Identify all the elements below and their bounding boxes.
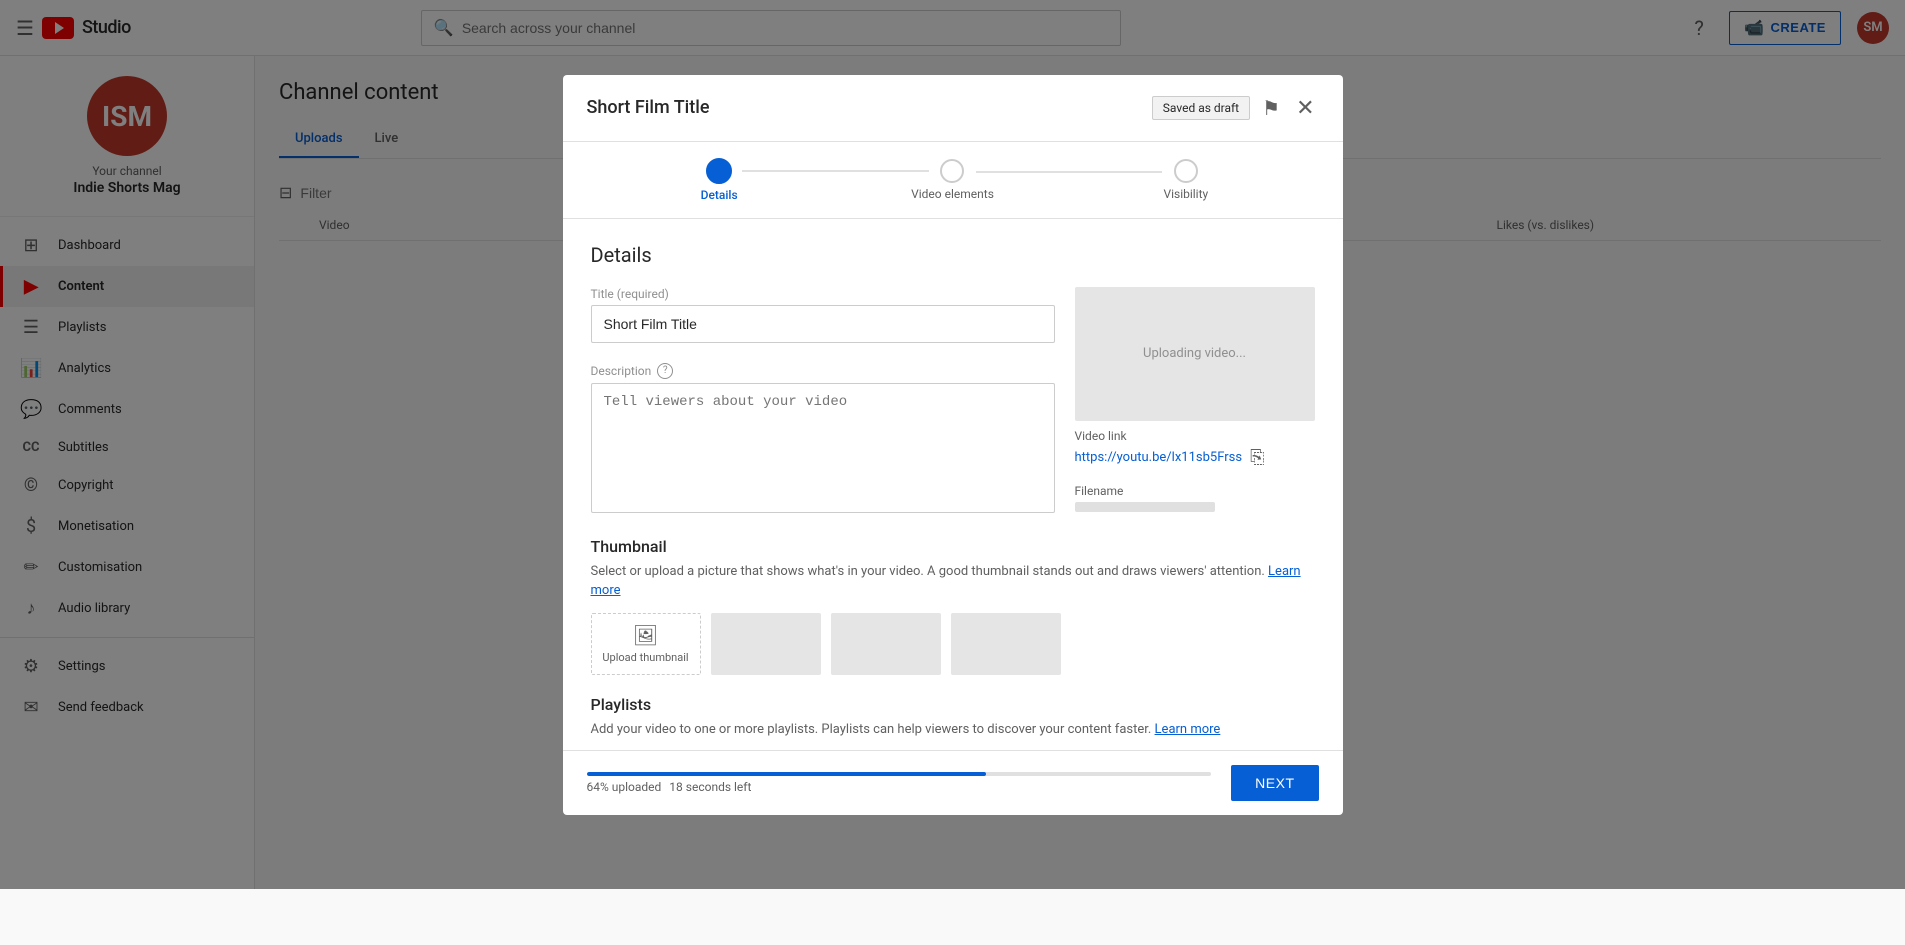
step-details-circle (706, 158, 732, 184)
upload-modal: Short Film Title Saved as draft ⚑ ✕ Deta… (563, 75, 1343, 815)
progress-bar-background (587, 772, 1212, 776)
thumbnail-options: 🖼 Upload thumbnail (591, 613, 1315, 675)
step-video-elements-label: Video elements (911, 187, 994, 201)
step-visibility-circle (1174, 159, 1198, 183)
description-textarea[interactable] (591, 383, 1055, 513)
playlists-title: Playlists (591, 695, 1315, 714)
title-field-label: Title (required) (591, 287, 1055, 301)
modal-overlay: Short Film Title Saved as draft ⚑ ✕ Deta… (0, 0, 1905, 889)
thumbnail-option-1[interactable] (711, 613, 821, 675)
step-details: Details (603, 158, 836, 202)
details-section-title: Details (591, 243, 1315, 267)
step-details-label: Details (701, 188, 738, 202)
description-label-row: Description ? (591, 363, 1055, 379)
playlists-learn-more-link[interactable]: Learn more (1155, 722, 1221, 737)
playlists-section: Playlists Add your video to one or more … (591, 695, 1315, 750)
step-video-elements: Video elements (836, 159, 1069, 201)
description-help-icon[interactable]: ? (657, 363, 673, 379)
form-left-col: Title (required) Description ? (591, 287, 1055, 537)
progress-text: 64% uploaded 18 seconds left (587, 780, 1212, 794)
steps-bar: Details Video elements Visibility (563, 142, 1343, 219)
description-field-group: Description ? (591, 363, 1055, 517)
step-visibility: Visibility (1069, 159, 1302, 201)
next-button[interactable]: NEXT (1231, 765, 1318, 801)
modal-header-right: Saved as draft ⚑ ✕ (1152, 91, 1319, 125)
thumbnail-option-2[interactable] (831, 613, 941, 675)
progress-container: 64% uploaded 18 seconds left (587, 772, 1212, 794)
title-input[interactable] (591, 305, 1055, 343)
thumbnail-title: Thumbnail (591, 537, 1315, 556)
copy-link-icon[interactable]: ⎘ (1250, 447, 1264, 468)
thumbnail-description: Select or upload a picture that shows wh… (591, 562, 1315, 601)
upload-thumbnail-icon: 🖼 (633, 623, 658, 647)
modal-footer: 64% uploaded 18 seconds left NEXT (563, 750, 1343, 815)
description-label: Description (591, 364, 652, 378)
modal-close-button[interactable]: ✕ (1292, 91, 1318, 125)
form-right-col: Uploading video... Video link https://yo… (1075, 287, 1315, 537)
saved-draft-badge: Saved as draft (1152, 96, 1250, 120)
upload-thumbnail-label: Upload thumbnail (602, 651, 688, 664)
video-link-label: Video link (1075, 429, 1315, 443)
progress-percent-text: 64% uploaded (587, 780, 662, 794)
video-url-link[interactable]: https://youtu.be/lx11sb5Frss (1075, 450, 1243, 465)
video-preview: Uploading video... (1075, 287, 1315, 421)
step-visibility-label: Visibility (1163, 187, 1208, 201)
progress-bar-fill (587, 772, 987, 776)
modal-header: Short Film Title Saved as draft ⚑ ✕ (563, 75, 1343, 142)
uploading-text: Uploading video... (1143, 346, 1246, 361)
filename-label: Filename (1075, 484, 1315, 498)
filename-bar (1075, 502, 1215, 512)
modal-body: Details Title (required) Description ? (563, 219, 1343, 750)
modal-title: Short Film Title (587, 97, 710, 118)
progress-time-left: 18 seconds left (669, 780, 751, 794)
warning-icon[interactable]: ⚑ (1262, 96, 1280, 120)
thumbnail-section: Thumbnail Select or upload a picture tha… (591, 537, 1315, 675)
title-field-group: Title (required) (591, 287, 1055, 343)
playlists-description: Add your video to one or more playlists.… (591, 720, 1315, 740)
thumbnail-option-3[interactable] (951, 613, 1061, 675)
upload-thumbnail-button[interactable]: 🖼 Upload thumbnail (591, 613, 701, 675)
video-link-row: https://youtu.be/lx11sb5Frss ⎘ (1075, 447, 1315, 468)
video-link-section: Video link https://youtu.be/lx11sb5Frss … (1075, 421, 1315, 476)
step-video-elements-circle (940, 159, 964, 183)
form-row: Title (required) Description ? (591, 287, 1315, 537)
